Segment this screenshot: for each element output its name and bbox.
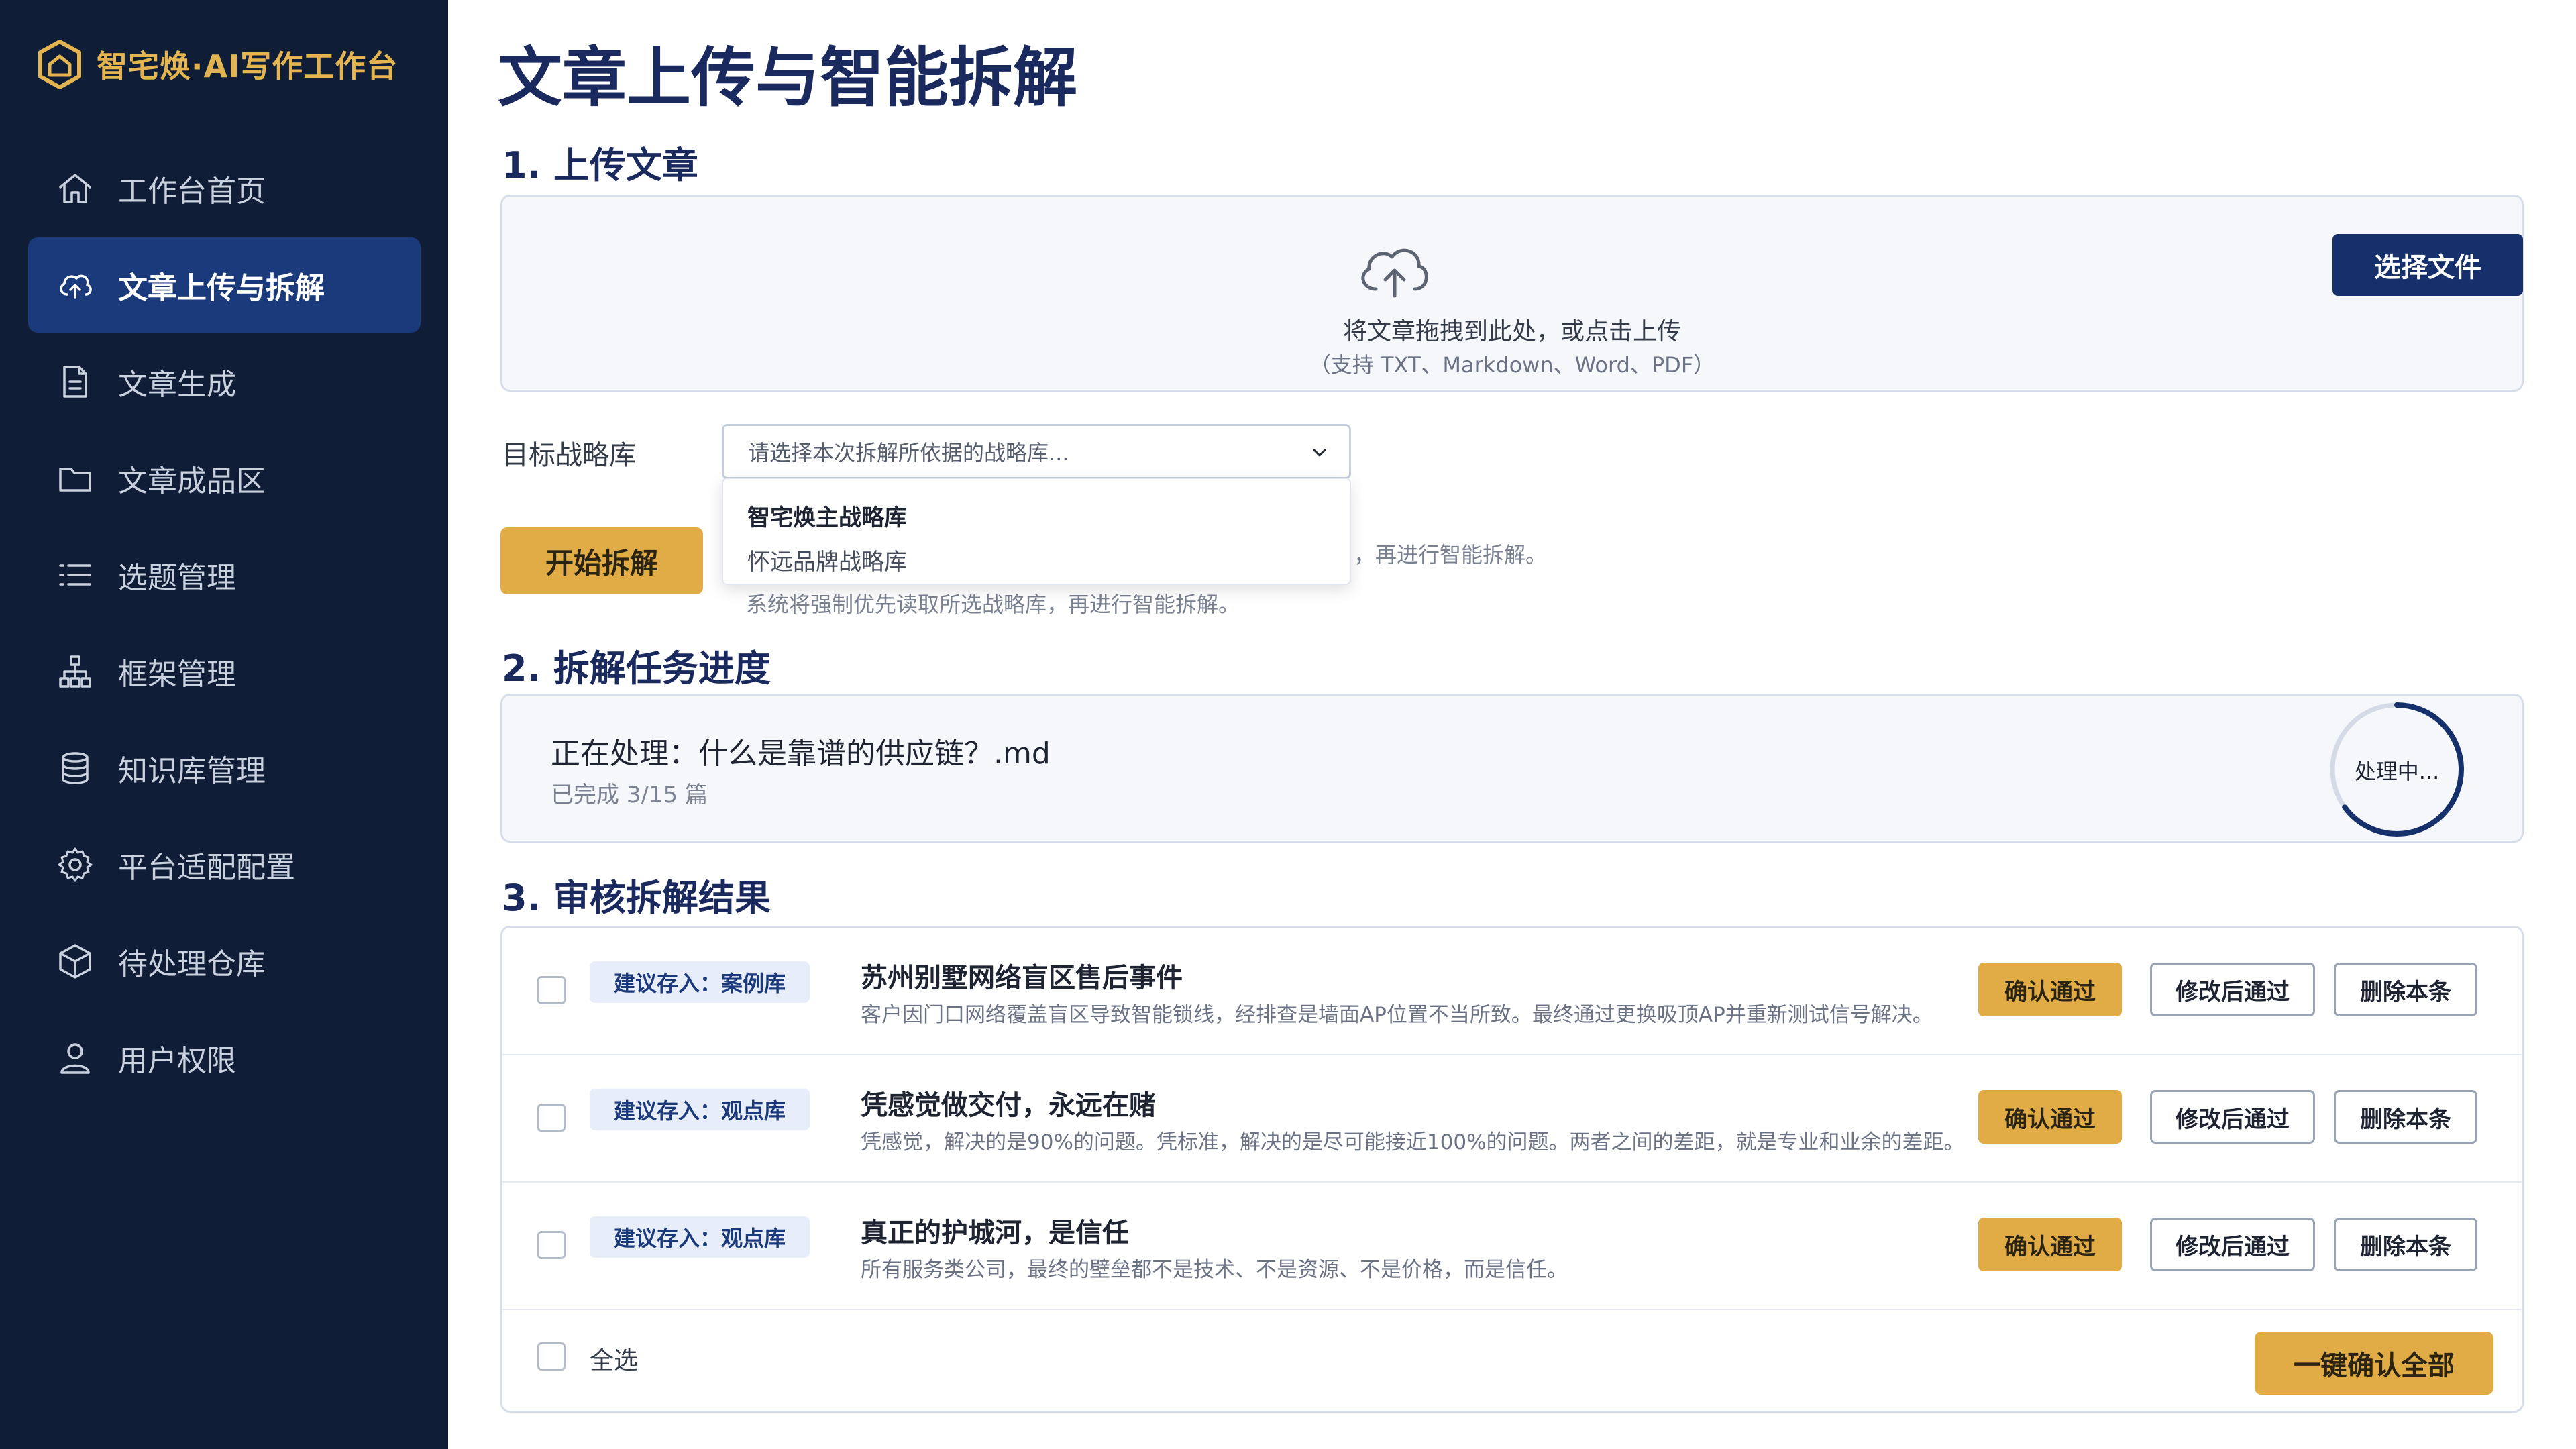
result-title: 苏州别墅网络盲区售后事件 bbox=[861, 963, 1183, 994]
suggest-tag: 建议存入：观点库 bbox=[590, 1216, 810, 1258]
delete-button[interactable]: 删除本条 bbox=[2334, 1090, 2477, 1144]
upload-formats: （支持 TXT、Markdown、Word、PDF） bbox=[1309, 352, 1715, 378]
sidebar: 智宅焕·AI写作工作台 工作台首页 文章上传与拆解 文章生成 文章成品区 选题管… bbox=[0, 0, 448, 1449]
sidebar-item-label: 文章上传与拆解 bbox=[118, 271, 325, 305]
suggest-tag: 建议存入：观点库 bbox=[590, 1089, 810, 1130]
strategy-library-select[interactable]: 请选择本次拆解所依据的战略库... bbox=[722, 424, 1351, 479]
chevron-down-icon bbox=[1313, 449, 1326, 457]
completed-count: 已完成 3/15 篇 bbox=[551, 782, 708, 808]
sidebar-item-label: 文章成品区 bbox=[118, 464, 266, 498]
confirm-all-button[interactable]: 一键确认全部 bbox=[2255, 1332, 2493, 1395]
document-icon bbox=[55, 362, 95, 402]
upload-dropzone[interactable]: 将文章拖拽到此处，或点击上传 （支持 TXT、Markdown、Word、PDF… bbox=[500, 195, 2524, 392]
folder-icon bbox=[55, 458, 95, 498]
result-desc: 客户因门口网络覆盖盲区导致智能锁线，经排查是墙面AP位置不当所致。最终通过更换吸… bbox=[861, 1003, 1933, 1027]
list-icon bbox=[55, 555, 95, 595]
result-desc: 所有服务类公司，最终的壁垒都不是技术、不是资源、不是价格，而是信任。 bbox=[861, 1258, 1568, 1282]
confirm-button[interactable]: 确认通过 bbox=[1978, 1218, 2122, 1271]
brand-logo-icon bbox=[38, 40, 81, 89]
brand-name: 智宅焕·AI写作工作台 bbox=[97, 48, 398, 85]
result-title: 真正的护城河，是信任 bbox=[861, 1218, 1129, 1248]
hint-text: 系统将强制优先读取所选战略库，再进行智能拆解。 bbox=[746, 592, 1240, 617]
start-decompose-button[interactable]: 开始拆解 bbox=[500, 527, 703, 594]
hint-text-partial: ，再进行智能拆解。 bbox=[1354, 542, 1548, 568]
strategy-library-dropdown: 智宅焕主战略库 怀远品牌战略库 bbox=[722, 478, 1351, 585]
sidebar-item-label: 平台适配配置 bbox=[118, 851, 295, 885]
sidebar-item-label: 选题管理 bbox=[118, 561, 236, 595]
processing-file: 正在处理：什么是靠谱的供应链？.md bbox=[551, 737, 1051, 771]
sidebar-item-finished[interactable]: 文章成品区 bbox=[28, 431, 421, 526]
row-checkbox[interactable] bbox=[537, 1104, 566, 1132]
modify-button[interactable]: 修改后通过 bbox=[2150, 963, 2315, 1016]
database-icon bbox=[55, 748, 95, 788]
strategy-library-placeholder: 请选择本次拆解所依据的战略库... bbox=[748, 440, 1069, 466]
result-title: 凭感觉做交付，永远在赌 bbox=[861, 1090, 1156, 1121]
sidebar-item-label: 知识库管理 bbox=[118, 754, 266, 788]
sidebar-item-topics[interactable]: 选题管理 bbox=[28, 527, 421, 623]
user-icon bbox=[55, 1038, 95, 1078]
sidebar-item-generate[interactable]: 文章生成 bbox=[28, 334, 421, 429]
cloud-upload-icon bbox=[1361, 248, 1428, 298]
cloud-upload-icon bbox=[55, 265, 95, 305]
confirm-button[interactable]: 确认通过 bbox=[1978, 1090, 2122, 1144]
hierarchy-icon bbox=[55, 651, 95, 692]
dropdown-option[interactable]: 智宅焕主战略库 bbox=[747, 499, 907, 532]
main-content: 文章上传与智能拆解 1. 上传文章 将文章拖拽到此处，或点击上传 （支持 TXT… bbox=[448, 0, 2576, 1449]
home-icon bbox=[55, 168, 95, 209]
results-panel: 建议存入：案例库 苏州别墅网络盲区售后事件 客户因门口网络覆盖盲区导致智能锁线，… bbox=[500, 926, 2524, 1413]
result-row: 建议存入：案例库 苏州别墅网络盲区售后事件 客户因门口网络覆盖盲区导致智能锁线，… bbox=[502, 928, 2522, 1055]
sidebar-item-home[interactable]: 工作台首页 bbox=[28, 141, 421, 236]
page-title: 文章上传与智能拆解 bbox=[498, 40, 1077, 115]
sidebar-item-label: 工作台首页 bbox=[118, 174, 266, 209]
upload-instruction: 将文章拖拽到此处，或点击上传 bbox=[1342, 318, 1681, 345]
select-all-checkbox[interactable] bbox=[537, 1342, 566, 1371]
sidebar-item-platform[interactable]: 平台适配配置 bbox=[28, 817, 421, 912]
sidebar-item-label: 框架管理 bbox=[118, 657, 236, 692]
sidebar-item-label: 文章生成 bbox=[118, 368, 236, 402]
box-icon bbox=[55, 941, 95, 981]
select-all-label: 全选 bbox=[590, 1347, 639, 1375]
delete-button[interactable]: 删除本条 bbox=[2334, 963, 2477, 1016]
sidebar-nav: 工作台首页 文章上传与拆解 文章生成 文章成品区 选题管理 框架管理 知识库管理… bbox=[28, 141, 421, 1107]
row-checkbox[interactable] bbox=[537, 1231, 566, 1259]
row-checkbox[interactable] bbox=[537, 976, 566, 1004]
status-label: 处理中... bbox=[2354, 759, 2440, 784]
sidebar-item-frameworks[interactable]: 框架管理 bbox=[28, 624, 421, 719]
brand: 智宅焕·AI写作工作台 bbox=[36, 38, 398, 91]
results-section-title: 3. 审核拆解结果 bbox=[502, 877, 771, 919]
sidebar-item-pending[interactable]: 待处理仓库 bbox=[28, 914, 421, 1009]
result-row: 建议存入：观点库 凭感觉做交付，永远在赌 凭感觉，解决的是90%的问题。凭标准，… bbox=[502, 1055, 2522, 1183]
strategy-library-label: 目标战略库 bbox=[502, 440, 636, 471]
suggest-tag: 建议存入：案例库 bbox=[590, 961, 810, 1003]
sidebar-item-label: 用户权限 bbox=[118, 1044, 236, 1078]
choose-file-button[interactable]: 选择文件 bbox=[2332, 234, 2523, 296]
modify-button[interactable]: 修改后通过 bbox=[2150, 1090, 2315, 1144]
progress-panel: 正在处理：什么是靠谱的供应链？.md 已完成 3/15 篇 处理中... bbox=[500, 694, 2524, 843]
modify-button[interactable]: 修改后通过 bbox=[2150, 1218, 2315, 1271]
confirm-button[interactable]: 确认通过 bbox=[1978, 963, 2122, 1016]
delete-button[interactable]: 删除本条 bbox=[2334, 1218, 2477, 1271]
sidebar-item-users[interactable]: 用户权限 bbox=[28, 1010, 421, 1106]
sidebar-item-label: 待处理仓库 bbox=[118, 947, 266, 981]
result-desc: 凭感觉，解决的是90%的问题。凭标准，解决的是尽可能接近100%的问题。两者之间… bbox=[861, 1130, 1965, 1155]
sidebar-item-knowledge[interactable]: 知识库管理 bbox=[28, 720, 421, 816]
sidebar-item-upload[interactable]: 文章上传与拆解 bbox=[28, 237, 421, 333]
upload-section-title: 1. 上传文章 bbox=[502, 144, 698, 186]
progress-section-title: 2. 拆解任务进度 bbox=[502, 647, 771, 690]
gear-icon bbox=[55, 845, 95, 885]
result-row: 建议存入：观点库 真正的护城河，是信任 所有服务类公司，最终的壁垒都不是技术、不… bbox=[502, 1183, 2522, 1310]
dropdown-option[interactable]: 怀远品牌战略库 bbox=[747, 543, 907, 576]
